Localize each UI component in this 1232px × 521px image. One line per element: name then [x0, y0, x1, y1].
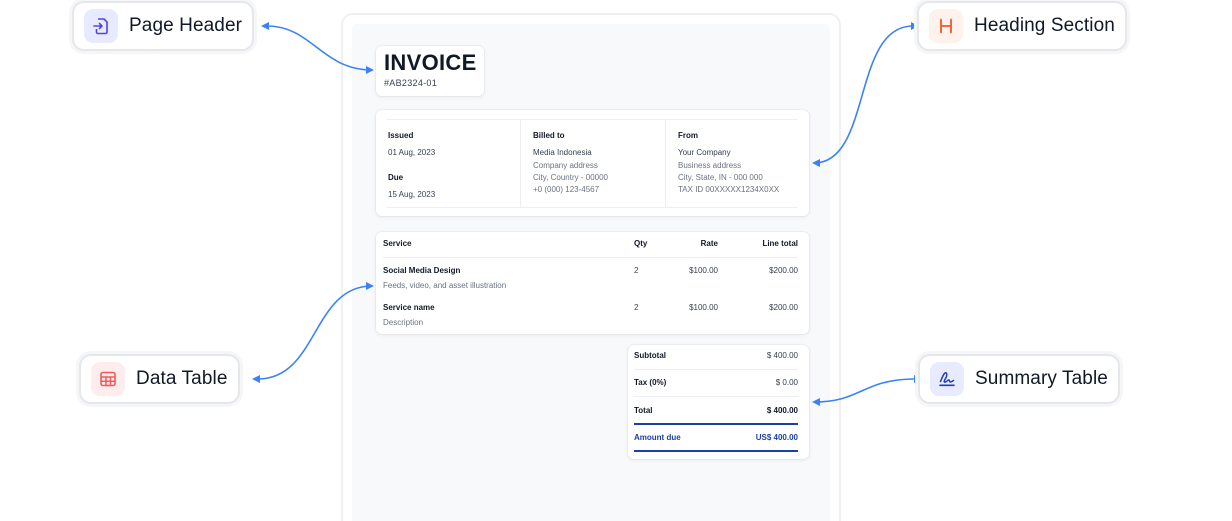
- amount-due-bottom-rule: [634, 450, 798, 452]
- row-line-total: $200.00: [769, 266, 798, 275]
- due-label: Due: [388, 173, 404, 182]
- invoice-number: #AB2324-01: [384, 78, 438, 88]
- from-city: City, State, IN - 000 000: [678, 173, 763, 182]
- column-header-line-total: Line total: [762, 239, 798, 248]
- file-import-icon: [84, 9, 118, 43]
- callout-label: Data Table: [136, 368, 228, 389]
- tax-label: Tax (0%): [634, 378, 667, 387]
- invoice-title: INVOICE: [384, 50, 477, 75]
- row-service: Social Media Design: [383, 266, 461, 275]
- amount-due-label: Amount due: [634, 433, 681, 442]
- billed-to-column: Billed to Media Indonesia Company addres…: [520, 120, 665, 207]
- callout-page-header: Page Header: [72, 1, 255, 51]
- line-items-table: Service Qty Rate Line total Social Media…: [376, 232, 809, 334]
- billed-to-label: Billed to: [533, 131, 565, 140]
- from-column: From Your Company Business address City,…: [665, 120, 809, 207]
- from-tax-id: TAX ID 00XXXXX1234X0XX: [678, 185, 780, 194]
- summary-table: Subtotal $ 400.00 Tax (0%) $ 0.00 Total …: [628, 345, 809, 459]
- row-description: Feeds, video, and asset illustration: [383, 281, 507, 290]
- column-header-qty: Qty: [634, 239, 648, 248]
- column-header-service: Service: [383, 239, 412, 248]
- callout-data-table: Data Table: [79, 354, 240, 404]
- callout-heading-section: Heading Section: [917, 1, 1127, 51]
- total-label: Total: [634, 406, 653, 415]
- row-description: Description: [383, 318, 424, 327]
- tax-value: $ 0.00: [775, 378, 798, 387]
- table-grid-icon: [91, 362, 125, 396]
- row-line-total: $200.00: [769, 303, 798, 312]
- issued-label: Issued: [388, 131, 414, 140]
- heading-h-icon: [929, 9, 963, 43]
- column-header-rate: Rate: [700, 239, 718, 248]
- table-header-divider: [383, 257, 798, 258]
- callout-label: Summary Table: [975, 368, 1108, 389]
- amount-due-top-rule: [634, 423, 798, 425]
- billed-to-city: City, Country - 00000: [533, 173, 608, 182]
- summary-divider: [634, 369, 798, 370]
- from-label: From: [678, 131, 698, 140]
- due-date: 15 Aug, 2023: [388, 190, 436, 199]
- row-qty: 2: [634, 266, 639, 275]
- info-bottom-divider: [387, 207, 798, 208]
- callout-summary-table: Summary Table: [918, 354, 1120, 404]
- callout-label: Page Header: [129, 15, 243, 36]
- subtotal-label: Subtotal: [634, 351, 666, 360]
- total-value: $ 400.00: [766, 406, 798, 415]
- billed-to-phone: +0 (000) 123-4567: [533, 185, 600, 194]
- invoice-header-card: INVOICE #AB2324-01: [376, 46, 484, 96]
- from-address: Business address: [678, 161, 742, 170]
- callout-label: Heading Section: [974, 15, 1115, 36]
- from-name: Your Company: [678, 148, 731, 157]
- summary-divider: [634, 396, 798, 397]
- invoice-info-card: Issued 01 Aug, 2023 Due 15 Aug, 2023 Bil…: [376, 110, 809, 216]
- row-qty: 2: [634, 303, 639, 312]
- amount-due-value: US$ 400.00: [755, 433, 798, 442]
- signature-icon: [930, 362, 964, 396]
- row-rate: $100.00: [689, 303, 718, 312]
- billed-to-address: Company address: [533, 161, 598, 170]
- subtotal-value: $ 400.00: [766, 351, 798, 360]
- dates-column: Issued 01 Aug, 2023 Due 15 Aug, 2023: [376, 120, 520, 207]
- issued-date: 01 Aug, 2023: [388, 148, 436, 157]
- row-service: Service name: [383, 303, 435, 312]
- row-rate: $100.00: [689, 266, 718, 275]
- billed-to-name: Media Indonesia: [533, 148, 592, 157]
